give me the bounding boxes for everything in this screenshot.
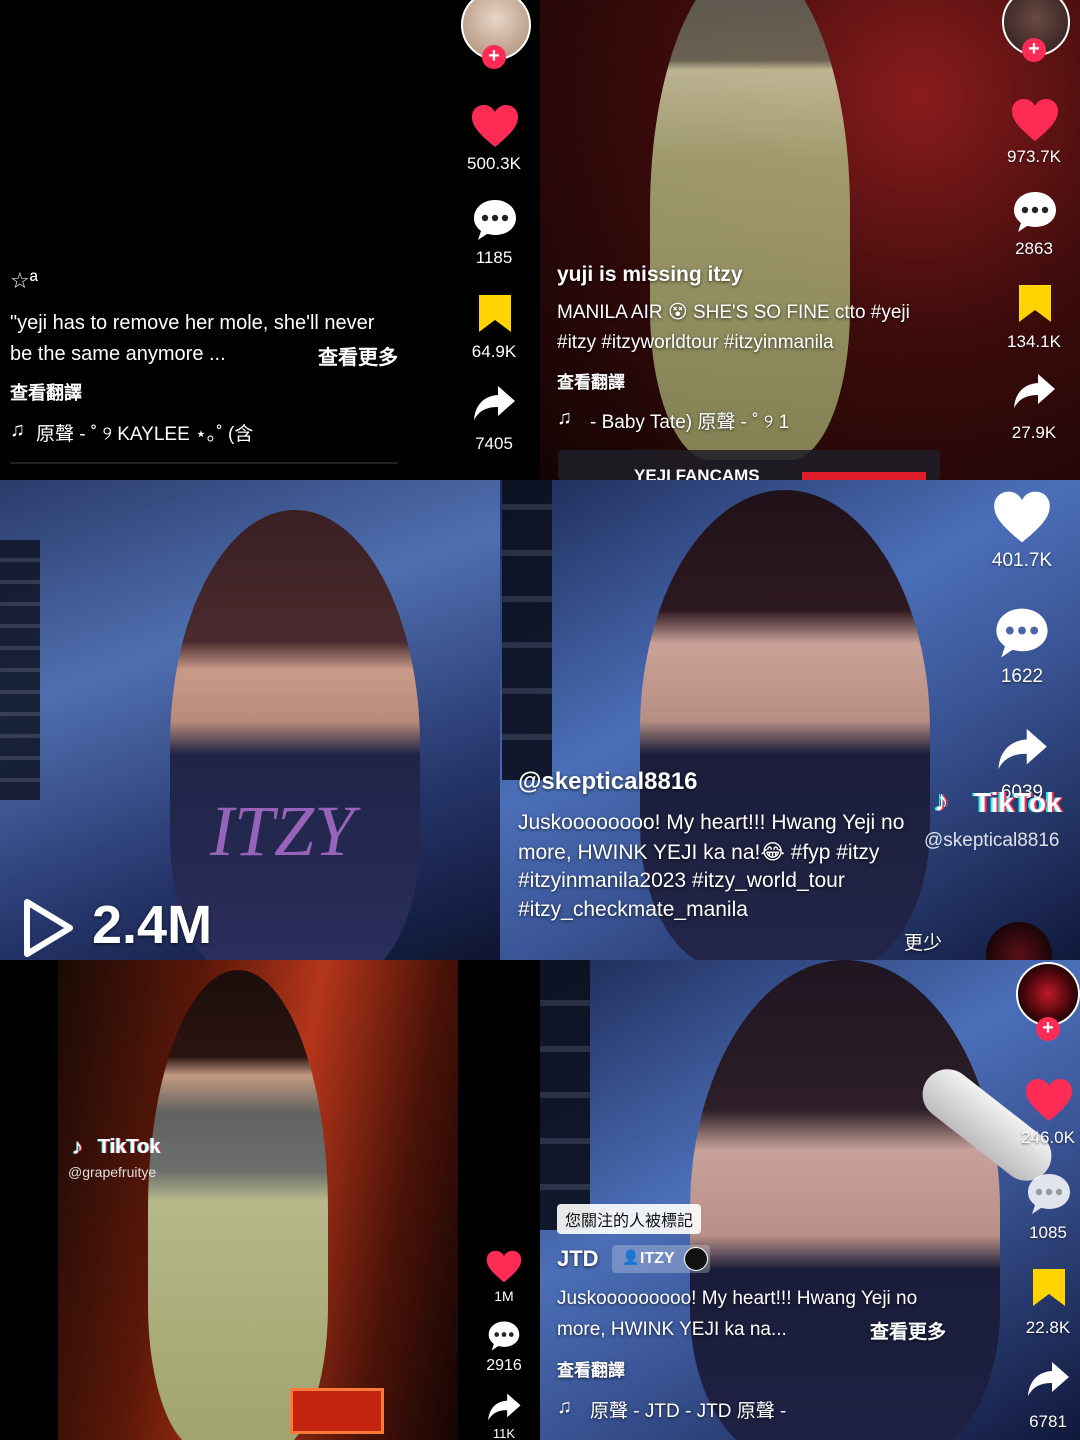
tiktok-logo-icon: ♪ [934, 785, 949, 818]
comment-icon[interactable] [487, 1320, 521, 1352]
caption-line: "yeji has to remove her mole, she'll nev… [10, 312, 375, 334]
divider [10, 462, 398, 464]
comment-count: 1185 [475, 248, 513, 267]
like-count: 401.7K [991, 550, 1053, 571]
heart-icon[interactable] [486, 1250, 522, 1283]
show-less-link[interactable]: 更少 [904, 928, 942, 955]
comment-count: 1622 [1000, 666, 1044, 687]
artist-badge[interactable]: 👤 ITZY [612, 1245, 710, 1273]
share-icon[interactable] [472, 384, 516, 422]
save-count: 134.1K [1007, 332, 1061, 351]
translate-link[interactable]: 查看翻譯 [10, 379, 82, 405]
play-outline-icon [22, 898, 74, 958]
share-count: 27.9K [1011, 423, 1057, 442]
tiktok-watermark: TikTok [98, 1136, 161, 1158]
video-panel-3[interactable]: ITZY 2.4M [0, 480, 500, 960]
video-frame [58, 960, 458, 1440]
share-icon[interactable] [996, 726, 1048, 772]
music-note-icon: ♫ [10, 419, 25, 441]
comment-count: 2916 [486, 1357, 522, 1374]
caption-line: #itzy #itzyworldtour #itzyinmanila [557, 332, 834, 353]
video-panel-2[interactable]: + 973.7K 2863 134.1K 27.9K yuji is missi… [540, 0, 1080, 480]
caption-line: Juskoooooooo! My heart!!! Hwang Yeji no [518, 811, 905, 834]
performer-image [690, 960, 1000, 1440]
share-icon[interactable] [486, 1392, 522, 1422]
save-count: 64.9K [471, 342, 517, 361]
caption-line: be the same anymore ... [10, 343, 226, 365]
see-more-link[interactable]: 查看更多 [870, 1317, 946, 1344]
save-count: 22.8K [1025, 1318, 1071, 1337]
banner-label: YEJI FANCAMS [634, 466, 760, 480]
music-note-icon: ♫ [557, 1396, 572, 1418]
bookmark-icon[interactable] [1016, 282, 1054, 324]
caption-line: more, HWINK YEJI ka na... [557, 1319, 787, 1340]
music-title[interactable]: 原聲 - ˚ ୨ KAYLEE ⋆｡˚ (含 [36, 419, 296, 446]
stage-light [290, 1388, 384, 1434]
follow-plus-button[interactable]: + [1022, 38, 1046, 62]
fancam-banner[interactable]: YEJI FANCAMS [558, 450, 940, 480]
follow-plus-button[interactable]: + [1036, 1017, 1060, 1041]
like-count: 1M [494, 1288, 514, 1304]
video-panel-5[interactable]: ♪ TikTok @grapefruitye 1M 2916 11K [0, 960, 540, 1440]
username[interactable]: @skeptical8816 [518, 768, 698, 796]
like-count: 246.0K [1021, 1128, 1075, 1147]
comment-icon[interactable] [1012, 190, 1058, 234]
caption-line: #itzy_checkmate_manila [518, 898, 748, 921]
share-icon[interactable] [1012, 372, 1056, 410]
translate-link[interactable]: 查看翻譯 [557, 1356, 625, 1381]
share-count: 11K [492, 1426, 516, 1440]
watermark-handle: @skeptical8816 [924, 830, 1060, 851]
performer-image [148, 970, 328, 1440]
tagged-label: 您關注的人被標記 [557, 1204, 702, 1234]
view-count: 2.4M [92, 895, 213, 955]
music-title[interactable]: 原聲 - JTD - JTD 原聲 - [590, 1396, 786, 1423]
heart-icon[interactable] [993, 490, 1051, 544]
like-count: 500.3K [467, 154, 521, 173]
video-panel-4[interactable]: 401.7K 1622 6039 ♪ TikTok @skeptical8816… [500, 480, 1080, 960]
username[interactable]: yuji is missing itzy [557, 263, 743, 287]
bookmark-icon[interactable] [1030, 1266, 1068, 1308]
comment-count: 2863 [1015, 239, 1053, 258]
music-note-icon: ♫ [557, 407, 572, 429]
stage-truss [502, 480, 552, 780]
username[interactable]: JTD [557, 1246, 599, 1272]
shirt-print: ITZY [210, 791, 355, 871]
music-disc-icon[interactable] [986, 922, 1052, 960]
watermark-handle: @grapefruitye [68, 1164, 157, 1180]
caption-line: #itzyinmanila2023 #itzy_world_tour [518, 869, 845, 892]
translate-link[interactable]: 查看翻譯 [557, 368, 625, 393]
comment-icon[interactable] [472, 198, 518, 242]
comment-icon[interactable] [994, 606, 1050, 660]
performer-image [170, 510, 420, 960]
banner-accent [802, 472, 926, 480]
bookmark-icon[interactable] [476, 292, 514, 334]
badge-logo-icon [684, 1247, 708, 1271]
caption-line: MANILA AIR 😵 SHE'S SO FINE ctto #yeji [557, 302, 910, 323]
comment-count: 1085 [1029, 1223, 1067, 1242]
like-count: 973.7K [1007, 147, 1061, 166]
heart-icon[interactable] [1011, 98, 1059, 142]
caption-line: Juskooooooooo! My heart!!! Hwang Yeji no [557, 1288, 918, 1309]
person-icon: 👤 [622, 1249, 640, 1265]
performer-image [650, 0, 850, 460]
stage-truss [0, 540, 40, 800]
comment-icon[interactable] [1026, 1172, 1072, 1216]
follow-plus-button[interactable]: + [482, 45, 506, 69]
share-count: 6781 [1029, 1412, 1067, 1431]
see-more-link[interactable]: 查看更多 [318, 341, 398, 370]
badge-label: ITZY [640, 1250, 675, 1267]
tiktok-watermark: TikTok [974, 787, 1062, 818]
caption-line: more, HWINK YEJI ka na!😂 #fyp #itzy [518, 841, 880, 864]
share-icon[interactable] [1026, 1360, 1070, 1398]
username[interactable]: ☆ª [10, 268, 38, 294]
stage-truss [540, 960, 590, 1230]
music-title[interactable]: - Baby Tate) 原聲 - ˚ ୨ 1 [590, 407, 789, 434]
share-count: 7405 [475, 434, 513, 453]
tiktok-logo-icon: ♪ [72, 1134, 83, 1159]
heart-icon[interactable] [471, 104, 519, 148]
video-panel-1[interactable]: + 500.3K 1185 64.9K 7405 ☆ª "yeji has to… [0, 0, 540, 480]
heart-icon[interactable] [1025, 1078, 1073, 1122]
video-panel-6[interactable]: + 246.0K 1085 22.8K 6781 您關注的人被標記 JTD 👤 … [540, 960, 1080, 1440]
